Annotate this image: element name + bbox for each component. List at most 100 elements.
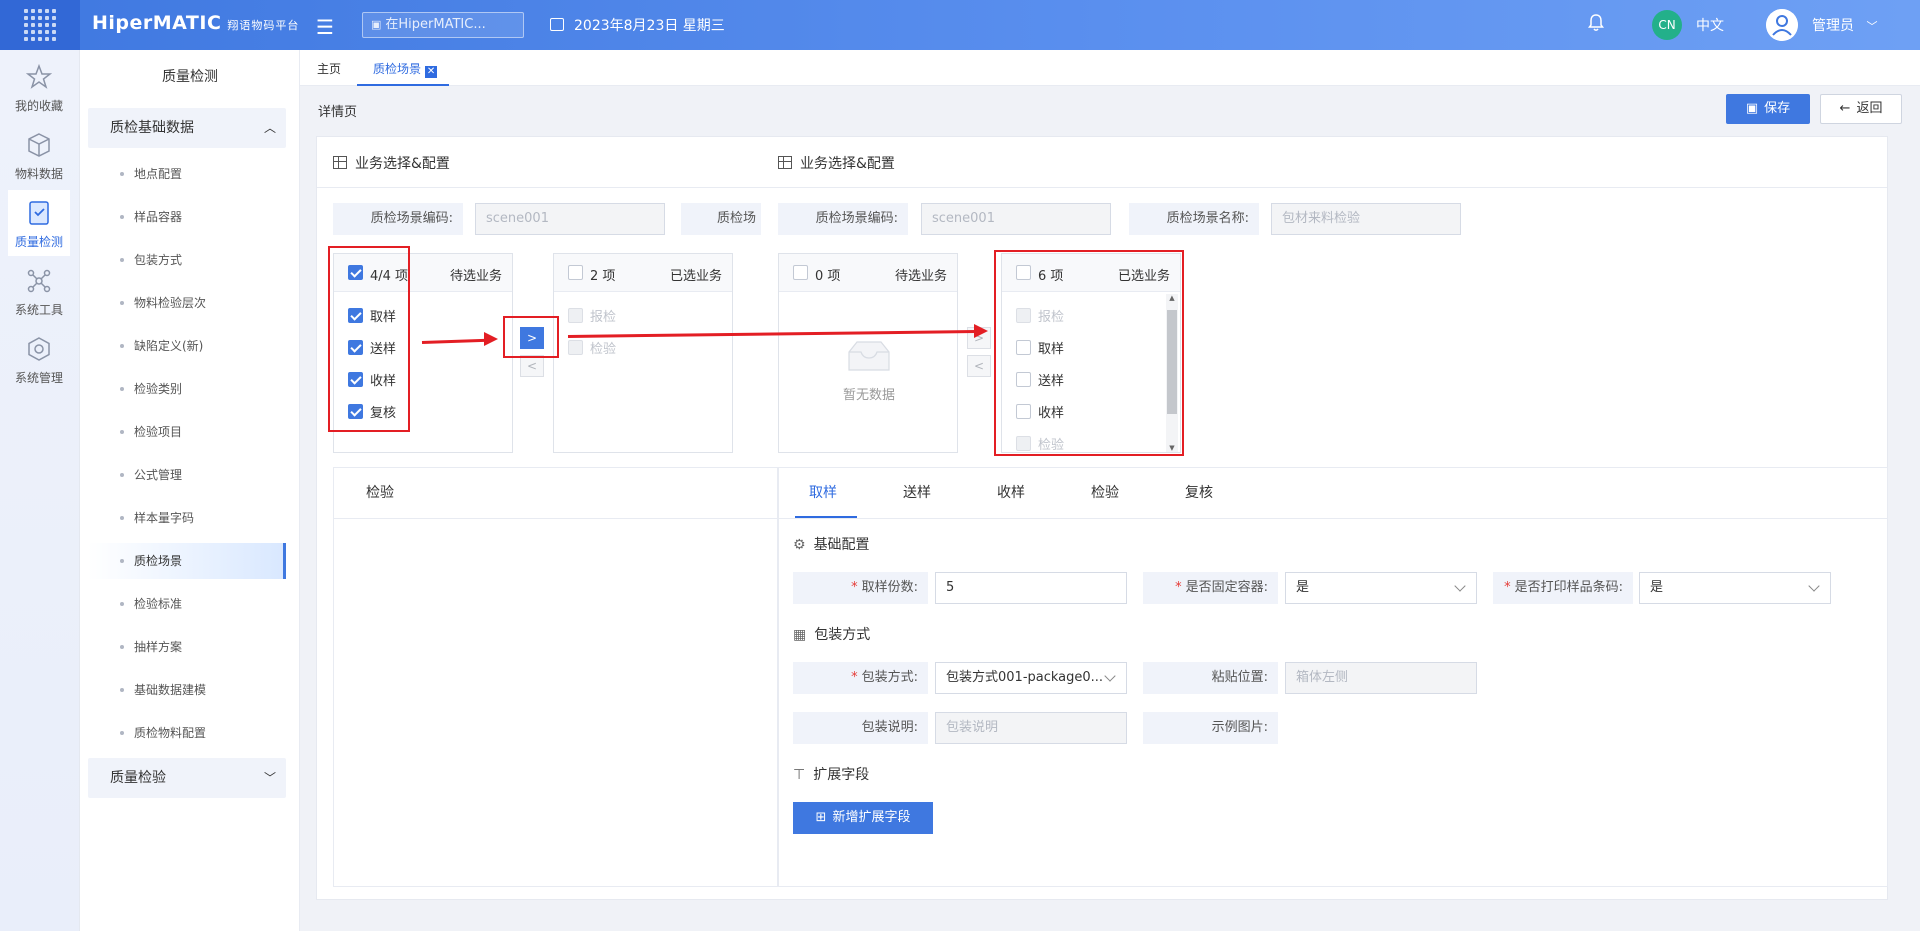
transfer-header: 0 项 待选业务 [779,254,957,292]
select-all-checkbox[interactable] [793,265,808,280]
gear-icon: ⚙ [793,537,806,553]
example-image-label: 示例图片: [1143,712,1278,744]
sidebar-item[interactable]: 物料检验层次 [88,285,286,321]
module-tools[interactable]: 系统工具 [8,258,70,324]
menu-fold-icon[interactable]: ☰ [316,15,334,39]
sidebar-item[interactable]: 包装方式 [88,242,286,278]
sidebar-title: 质量检测 [162,69,218,85]
sidebar-item[interactable]: 公式管理 [88,457,286,493]
add-ext-field-button[interactable]: ⊞ 新增扩展字段 [793,802,933,834]
item-count: 0 项 [815,269,841,284]
transfer-left-button[interactable]: < [967,355,991,377]
sidebar-item[interactable]: 基础数据建模 [88,672,286,708]
table-icon [333,156,347,169]
global-search-input[interactable]: ▣ 在HiperMATIC... [362,12,524,38]
back-button[interactable]: ← 返回 [1820,94,1902,124]
transfer-left-button[interactable]: < [520,355,544,377]
bell-icon[interactable] [1588,14,1604,32]
star-icon [25,63,53,89]
section-header-left: 业务选择&配置 [333,153,450,173]
sidebar-group-inspection[interactable]: 质量检验 ﹀ [88,758,286,798]
stick-position-input[interactable]: 箱体左侧 [1285,662,1477,694]
module-material[interactable]: 物料数据 [8,122,70,188]
save-button[interactable]: ▣ 保存 [1726,94,1810,124]
fixed-container-select[interactable]: 是 [1285,572,1477,604]
annotation-arrow-head [484,332,498,346]
text-field-icon: ⊤ [793,767,806,783]
tab-inspection[interactable]: 检验 [1091,482,1119,502]
scene-code-label: 质检场景编码: [778,203,908,235]
transfer-header: 2 项 已选业务 [554,254,732,292]
sidebar-item[interactable]: 检验类别 [88,371,286,407]
transfer-target-list: 2 项 已选业务 报检 检验 [553,253,733,453]
scene-name-input[interactable]: 包材来料检验 [1271,203,1461,235]
annotation-box-target [994,250,1184,456]
sidebar-item[interactable]: 样品容器 [88,199,286,235]
sidebar-item[interactable]: 抽样方案 [88,629,286,665]
list-item: 报检 [590,310,617,325]
chevron-down-icon [1808,580,1820,592]
sidebar-group-basic-data[interactable]: 质检基础数据 ︿ [88,108,286,148]
sidebar-item[interactable]: 缺陷定义(新) [88,328,286,364]
annotation-arrow-head [974,324,988,338]
save-icon: ▣ [1745,101,1759,116]
scene-name-label: 质检场景名称: [1129,203,1259,235]
plus-icon: ⊞ [815,810,827,825]
module-favorites[interactable]: 我的收藏 [8,54,70,120]
tab-receiving[interactable]: 收样 [997,482,1025,502]
sidebar-item[interactable]: 检验项目 [88,414,286,450]
grid-icon: ▦ [793,627,807,643]
module-quality[interactable]: 质量检测 [8,190,70,256]
left-config-panel: 检验 [333,467,778,887]
list-title: 已选业务 [669,269,722,284]
annotation-box-source [328,246,410,432]
tab-inspection[interactable]: 检验 [366,482,394,502]
package-desc-label: 包装说明: [793,712,928,744]
arrow-left-icon: ← [1839,101,1851,116]
language-badge[interactable]: CN [1652,10,1682,40]
tab-review[interactable]: 复核 [1185,482,1213,502]
item-checkbox [568,308,583,323]
language-switch[interactable]: 中文 [1696,15,1724,35]
scene-code-input[interactable]: scene001 [475,203,665,235]
divider [779,518,1887,519]
chevron-up-icon: ︿ [263,121,276,135]
user-menu[interactable]: 管理员 ﹀ [1812,15,1877,35]
right-config-panel: 取样 送样 收样 检验 复核 ⚙ 基础配置 * 取样份数: 5 * 是否固定容器: 是… [778,467,1888,887]
package-select[interactable]: 包装方式001-package0... [935,662,1127,694]
sidebar-item[interactable]: 地点配置 [88,156,286,192]
user-avatar[interactable] [1766,9,1798,41]
tab-sampling[interactable]: 取样 [809,482,837,502]
print-barcode-select[interactable]: 是 [1639,572,1831,604]
page-tabs: 主页 质检场景 ✕ [300,50,1920,86]
tab-home[interactable]: 主页 [317,60,341,77]
calendar-icon [550,18,564,31]
close-icon[interactable]: ✕ [425,66,438,78]
list-title: 待选业务 [449,269,502,284]
scene-name-label-cut: 质检场 [681,203,761,235]
sidebar-item[interactable]: 样本量字码 [88,500,286,536]
select-all-checkbox[interactable] [568,265,583,280]
chevron-down-icon: ﹀ [263,771,276,785]
scene-code-label: 质检场景编码: [333,203,463,235]
fixed-container-label: * 是否固定容器: [1143,572,1278,604]
scene-code-input[interactable]: scene001 [921,203,1111,235]
tab-quality-scene[interactable]: 质检场景 ✕ [357,60,450,86]
chevron-down-icon [1104,670,1116,682]
current-date: 2023年8月23日 星期三 [550,15,725,35]
app-grid-icon[interactable] [0,0,80,50]
list-title: 待选业务 [894,269,947,284]
sidebar-item[interactable]: 检验标准 [88,586,286,622]
divider [317,187,1887,188]
package-desc-input[interactable]: 包装说明 [935,712,1127,744]
sidebar-item-active[interactable]: 质检场景 [88,543,286,579]
sidebar-item[interactable]: 质检物料配置 [88,715,286,751]
tab-delivery[interactable]: 送样 [903,482,931,502]
print-barcode-label: * 是否打印样品条码: [1493,572,1633,604]
package-label: * 包装方式: [793,662,928,694]
module-system[interactable]: 系统管理 [8,326,70,392]
basic-config-header: ⚙ 基础配置 [793,537,870,553]
sample-count-input[interactable]: 5 [935,572,1127,604]
empty-text: 暂无数据 [842,388,895,403]
table-icon [778,156,792,169]
